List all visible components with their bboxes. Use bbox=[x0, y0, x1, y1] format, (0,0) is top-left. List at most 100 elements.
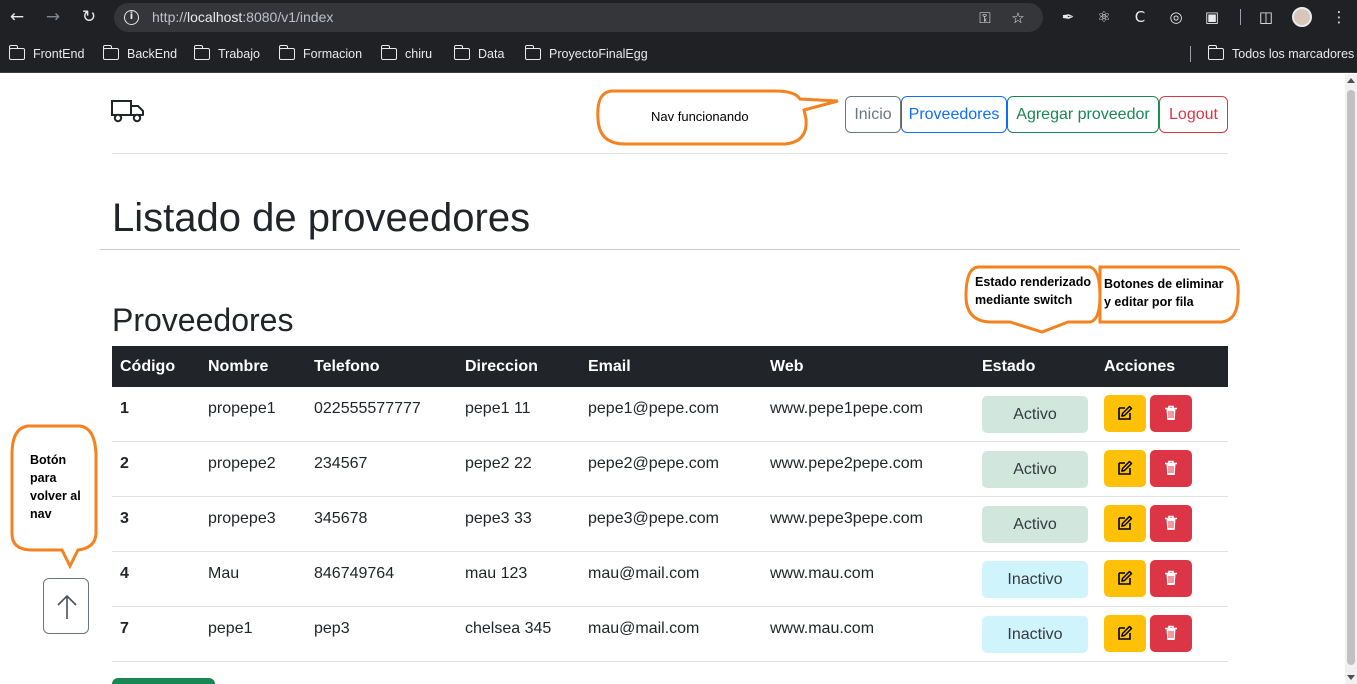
cell-nombre: propepe3 bbox=[208, 510, 276, 527]
extensions-puzzle-icon[interactable]: ▣ bbox=[1202, 7, 1222, 27]
star-icon[interactable]: ☆ bbox=[1009, 9, 1027, 27]
callout-estado-line2: mediante switch bbox=[975, 293, 1073, 307]
folder-icon bbox=[193, 45, 210, 60]
page-title: Listado de proveedores bbox=[112, 196, 531, 240]
cell-web: www.pepe3pepe.com bbox=[770, 510, 923, 527]
header-acciones: Acciones bbox=[1104, 358, 1176, 375]
cell-telefono: 022555577777 bbox=[314, 400, 421, 417]
cell-nombre: propepe2 bbox=[208, 455, 276, 472]
bookmark-chiru[interactable]: chiru bbox=[380, 45, 432, 62]
add-provider-button[interactable] bbox=[112, 678, 215, 684]
page-scrollbar[interactable] bbox=[1345, 74, 1357, 684]
bookmark-frontend[interactable]: FrontEnd bbox=[8, 45, 84, 62]
callout-botones-line1: Botones de eliminar bbox=[1104, 277, 1224, 291]
folder-icon bbox=[524, 45, 541, 60]
back-arrow-icon[interactable]: ← bbox=[6, 6, 28, 28]
bookmarks-divider bbox=[1190, 46, 1191, 62]
status-switch[interactable]: Inactivo bbox=[982, 561, 1088, 598]
header-web: Web bbox=[770, 358, 804, 375]
cell-telefono: 345678 bbox=[314, 510, 368, 527]
table-row: 4 Mau 846749764 mau 123 mau@mail.com www… bbox=[112, 552, 1228, 607]
cell-direccion: pepe2 22 bbox=[465, 455, 532, 472]
bookmark-proyectofinalegg[interactable]: ProyectoFinalEgg bbox=[524, 45, 648, 62]
cell-web: www.pepe2pepe.com bbox=[770, 455, 923, 472]
cell-codigo: 2 bbox=[120, 455, 129, 472]
cell-web: www.mau.com bbox=[770, 565, 875, 582]
side-panel-icon[interactable]: ◫ bbox=[1256, 7, 1276, 27]
cell-email: pepe2@pepe.com bbox=[588, 455, 719, 472]
delete-button[interactable] bbox=[1150, 505, 1192, 542]
folder-icon bbox=[380, 45, 397, 60]
profile-avatar[interactable] bbox=[1292, 7, 1312, 27]
callout-back-line4: nav bbox=[30, 507, 52, 521]
target-icon[interactable]: ◎ bbox=[1166, 7, 1186, 27]
key-icon[interactable]: ⚿ bbox=[976, 9, 994, 27]
edit-button[interactable] bbox=[1104, 615, 1146, 652]
delete-button[interactable] bbox=[1150, 560, 1192, 597]
callout-back-line2: para bbox=[30, 471, 57, 485]
bookmarks-bar: FrontEnd BackEnd Trabajo Formacion chiru… bbox=[0, 35, 1357, 73]
title-divider bbox=[100, 249, 1240, 250]
header-estado: Estado bbox=[982, 358, 1036, 375]
cell-telefono: 846749764 bbox=[314, 565, 395, 582]
nav-logout-link[interactable]: Logout bbox=[1159, 96, 1228, 133]
browser-toolbar: ← → ↻ i http://localhost:8080/v1/index ⚿… bbox=[0, 0, 1357, 35]
scroll-thumb[interactable] bbox=[1347, 90, 1355, 665]
bookmark-trabajo[interactable]: Trabajo bbox=[193, 45, 260, 62]
edit-button[interactable] bbox=[1104, 560, 1146, 597]
url-prefix: http:// bbox=[152, 9, 188, 25]
back-to-top-button[interactable] bbox=[43, 578, 89, 634]
forward-arrow-icon[interactable]: → bbox=[42, 6, 64, 28]
bookmark-data[interactable]: Data bbox=[453, 45, 505, 62]
page-content: Inicio Proveedores Agregar proveedor Log… bbox=[0, 74, 1345, 684]
table-row: 7 pepe1 pep3 chelsea 345 mau@mail.com ww… bbox=[112, 607, 1228, 662]
edit-button[interactable] bbox=[1104, 450, 1146, 487]
table-row: 2 propepe2 234567 pepe2 22 pepe2@pepe.co… bbox=[112, 442, 1228, 497]
css-extension-icon[interactable]: C bbox=[1130, 7, 1150, 27]
all-bookmarks[interactable]: Todos los marcadores bbox=[1207, 45, 1354, 62]
truck-icon[interactable] bbox=[110, 98, 146, 124]
nav-inicio-link[interactable]: Inicio bbox=[845, 96, 901, 133]
cell-direccion: pepe1 11 bbox=[465, 400, 531, 417]
edit-button[interactable] bbox=[1104, 395, 1146, 432]
trash-icon bbox=[1165, 570, 1177, 585]
address-bar[interactable]: i http://localhost:8080/v1/index ⚿ ☆ bbox=[114, 3, 1043, 32]
menu-kebab-icon[interactable]: ⋮ bbox=[1329, 7, 1349, 27]
delete-button[interactable] bbox=[1150, 395, 1192, 432]
edit-button[interactable] bbox=[1104, 505, 1146, 542]
status-switch[interactable]: Activo bbox=[982, 396, 1088, 433]
bookmark-formacion[interactable]: Formacion bbox=[278, 45, 363, 62]
nav-agregar-proveedor-link[interactable]: Agregar proveedor bbox=[1007, 96, 1159, 133]
folder-icon bbox=[1207, 45, 1224, 60]
cell-web: www.pepe1pepe.com bbox=[770, 400, 923, 417]
reload-icon[interactable]: ↻ bbox=[78, 6, 100, 28]
pencil-square-icon bbox=[1118, 625, 1133, 640]
status-switch[interactable]: Activo bbox=[982, 506, 1088, 543]
url-rest: :8080/v1/index bbox=[242, 9, 334, 25]
section-title: Proveedores bbox=[112, 302, 294, 338]
bookmark-label: Formacion bbox=[303, 47, 363, 61]
bookmark-label: BackEnd bbox=[127, 47, 178, 61]
status-switch[interactable]: Inactivo bbox=[982, 616, 1088, 653]
cell-telefono: pep3 bbox=[314, 620, 350, 637]
nav-proveedores-link[interactable]: Proveedores bbox=[901, 96, 1007, 133]
delete-button[interactable] bbox=[1150, 615, 1192, 652]
bookmark-backend[interactable]: BackEnd bbox=[102, 45, 178, 62]
status-switch[interactable]: Activo bbox=[982, 451, 1088, 488]
delete-button[interactable] bbox=[1150, 450, 1192, 487]
url-text[interactable]: http://localhost:8080/v1/index bbox=[152, 9, 333, 25]
scroll-up-arrow-icon[interactable] bbox=[1347, 78, 1355, 83]
cell-direccion: mau 123 bbox=[465, 565, 528, 582]
bookmark-label: Data bbox=[478, 47, 505, 61]
callout-estado-line1: Estado renderizado bbox=[975, 275, 1091, 289]
cell-nombre: pepe1 bbox=[208, 620, 253, 637]
url-host: localhost bbox=[187, 9, 243, 25]
react-icon[interactable]: ⚛ bbox=[1094, 7, 1114, 27]
cell-nombre: propepe1 bbox=[208, 400, 276, 417]
callout-back-line3: volver al bbox=[30, 489, 81, 503]
cell-email: mau@mail.com bbox=[588, 565, 700, 582]
eyedropper-icon[interactable]: ✒ bbox=[1058, 7, 1078, 27]
site-info-icon[interactable]: i bbox=[124, 10, 139, 25]
scroll-down-arrow-icon[interactable] bbox=[1347, 675, 1355, 680]
cell-email: pepe3@pepe.com bbox=[588, 510, 719, 527]
